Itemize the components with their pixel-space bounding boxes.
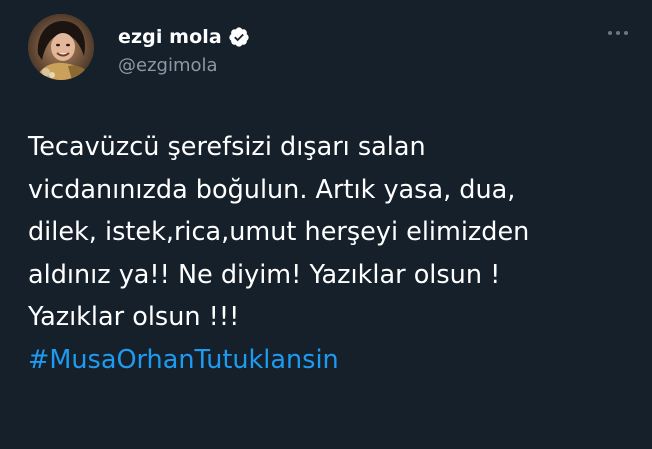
user-handle[interactable]: @ezgimola [118, 55, 250, 76]
tweet-text-line: aldınız ya!! Ne diyim! Yazıklar olsun ! [28, 259, 501, 290]
avatar[interactable] [28, 14, 94, 80]
tweet-text: Tecavüzcü şerefsizi dışarı salan vicdanı… [28, 126, 628, 381]
profile-photo-icon [28, 14, 94, 80]
more-options-icon[interactable] [608, 31, 628, 35]
tweet-text-line: Yazıklar olsun !!! [28, 302, 240, 332]
more-dot [616, 31, 620, 35]
tweet-text-line: Tecavüzcü şerefsizi dışarı salan [28, 132, 426, 162]
verified-badge-icon [228, 26, 250, 48]
tweet-text-line: vicdanınızda boğulun. Artık yasa, dua, [28, 174, 516, 205]
name-row: ezgi mola [118, 24, 250, 50]
display-name[interactable]: ezgi mola [118, 26, 222, 48]
more-dot [608, 31, 612, 35]
hashtag-link[interactable]: #MusaOrhanTutuklansin [28, 339, 628, 382]
tweet-card: ezgi mola @ezgimola Tecavüzcü şerefsizi … [0, 0, 652, 449]
user-info: ezgi mola @ezgimola [118, 24, 250, 76]
tweet-text-line: dilek, istek,rica,umut herşeyi elimizden [28, 217, 530, 247]
more-dot [624, 31, 628, 35]
